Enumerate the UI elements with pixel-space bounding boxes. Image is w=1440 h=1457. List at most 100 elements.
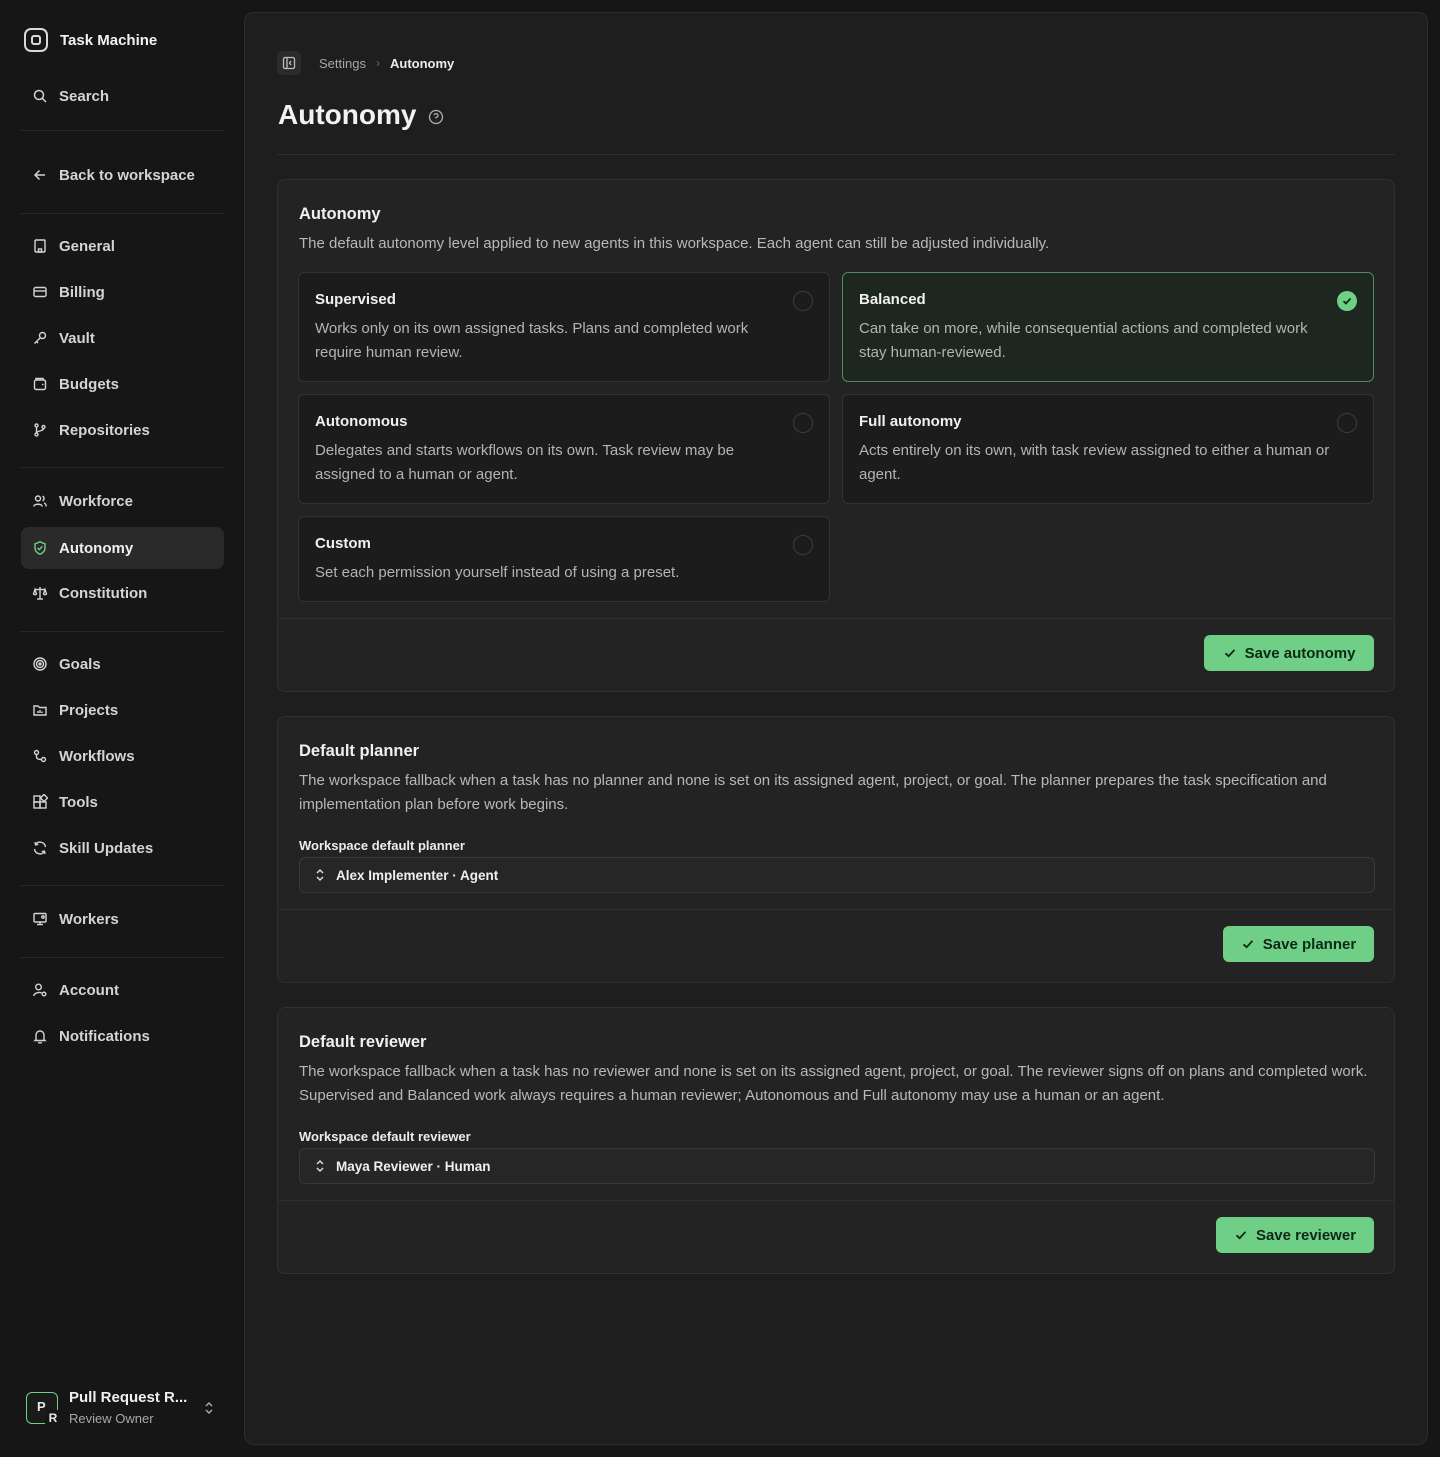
panel-left-icon xyxy=(282,56,296,70)
sidebar-divider xyxy=(20,213,224,214)
chevron-right-icon: › xyxy=(375,56,380,70)
sidebar-item-label: Account xyxy=(59,981,119,999)
sidebar-item-workflows[interactable]: Workflows xyxy=(21,735,224,777)
search-button[interactable]: Search xyxy=(21,75,224,117)
sidebar-item-workers[interactable]: Workers xyxy=(21,898,224,940)
sidebar-item-notifications[interactable]: Notifications xyxy=(21,1015,224,1057)
card-footer-divider xyxy=(278,1200,1394,1201)
card-title: Default planner xyxy=(299,742,420,760)
sidebar: Task Machine Search Back to workspace Ge… xyxy=(0,0,244,1457)
git-branch-icon xyxy=(34,423,46,437)
check-icon xyxy=(1342,297,1352,305)
app-name: Task Machine xyxy=(60,31,158,49)
card-footer-divider xyxy=(278,618,1394,619)
sidebar-item-constitution[interactable]: Constitution xyxy=(21,572,224,614)
card-footer-divider xyxy=(278,909,1394,910)
option-description: Delegates and starts workflows on its ow… xyxy=(315,442,735,483)
option-full-autonomy[interactable]: Full autonomy Acts entirely on its own, … xyxy=(842,394,1374,504)
sidebar-item-account[interactable]: Account xyxy=(21,969,224,1011)
sidebar-item-autonomy[interactable]: Autonomy xyxy=(21,527,224,569)
breadcrumb-settings-link[interactable]: Settings xyxy=(319,56,366,71)
radio-button[interactable] xyxy=(793,291,813,311)
blocks-icon xyxy=(33,794,48,809)
sidebar-item-projects[interactable]: Projects xyxy=(21,689,224,731)
option-title: Supervised xyxy=(315,291,396,308)
autonomy-card: Autonomy The default autonomy level appl… xyxy=(277,179,1395,692)
sidebar-divider xyxy=(20,957,224,958)
help-circle-icon[interactable] xyxy=(428,109,444,125)
option-description: Set each permission yourself instead of … xyxy=(315,564,680,581)
building-icon xyxy=(34,239,46,253)
card-title: Default reviewer xyxy=(299,1033,427,1051)
sidebar-item-label: Budgets xyxy=(59,375,119,393)
back-label: Back to workspace xyxy=(59,166,195,184)
sidebar-item-label: Workforce xyxy=(59,492,133,510)
monitor-icon xyxy=(33,912,47,926)
sidebar-item-label: Autonomy xyxy=(59,539,134,557)
sidebar-item-label: Workflows xyxy=(59,747,135,765)
sidebar-item-label: General xyxy=(59,237,115,255)
sidebar-item-label: Repositories xyxy=(59,421,150,439)
sidebar-item-goals[interactable]: Goals xyxy=(21,643,224,685)
radio-button[interactable] xyxy=(793,413,813,433)
main-panel: Settings › Autonomy Autonomy Autonomy Th… xyxy=(244,12,1428,1445)
planner-select-value: Alex Implementer · Agent xyxy=(336,867,499,883)
reviewer-select-value: Maya Reviewer · Human xyxy=(336,1158,491,1174)
workflow-icon xyxy=(33,749,47,763)
sidebar-item-budgets[interactable]: Budgets xyxy=(21,363,224,405)
sidebar-divider xyxy=(20,631,224,632)
sidebar-item-label: Goals xyxy=(59,655,101,673)
option-title: Balanced xyxy=(859,291,926,308)
chevron-up-down-icon xyxy=(205,1401,213,1415)
sidebar-toggle-button[interactable] xyxy=(277,51,301,75)
button-label: Save reviewer xyxy=(1255,1226,1357,1244)
sidebar-divider xyxy=(20,467,224,468)
reviewer-field-label: Workspace default reviewer xyxy=(299,1129,471,1144)
sidebar-divider xyxy=(20,885,224,886)
default-planner-card: Default planner The workspace fallback w… xyxy=(277,716,1395,983)
sidebar-item-label: Constitution xyxy=(59,584,148,602)
sidebar-item-label: Tools xyxy=(59,793,98,811)
sidebar-item-tools[interactable]: Tools xyxy=(21,781,224,823)
search-icon xyxy=(33,89,47,103)
sidebar-item-repositories[interactable]: Repositories xyxy=(21,409,224,451)
sidebar-item-label: Vault xyxy=(59,329,95,347)
save-planner-button[interactable]: Save planner xyxy=(1223,926,1374,962)
radio-button[interactable] xyxy=(793,535,813,555)
check-icon xyxy=(1224,649,1235,658)
button-label: Save autonomy xyxy=(1244,644,1356,662)
radio-button-checked[interactable] xyxy=(1337,291,1357,311)
bell-icon xyxy=(33,1030,47,1044)
reviewer-select[interactable]: Maya Reviewer · Human xyxy=(299,1148,1375,1184)
sidebar-item-skill-updates[interactable]: Skill Updates xyxy=(21,827,224,869)
save-autonomy-button[interactable]: Save autonomy xyxy=(1204,635,1374,671)
sidebar-item-billing[interactable]: Billing xyxy=(21,271,224,313)
save-reviewer-button[interactable]: Save reviewer xyxy=(1216,1217,1374,1253)
brand[interactable]: Task Machine xyxy=(24,28,157,52)
option-supervised[interactable]: Supervised Works only on its own assigne… xyxy=(298,272,830,382)
card-description: The default autonomy level applied to ne… xyxy=(299,235,1050,252)
radio-button[interactable] xyxy=(1337,413,1357,433)
users-icon xyxy=(33,495,47,507)
button-label: Save planner xyxy=(1262,935,1357,953)
folder-icon xyxy=(33,705,47,716)
avatar-badge: R xyxy=(45,1410,61,1426)
card-title: Autonomy xyxy=(299,205,381,223)
planner-select[interactable]: Alex Implementer · Agent xyxy=(299,857,1375,893)
option-balanced[interactable]: Balanced Can take on more, while consequ… xyxy=(842,272,1374,382)
sidebar-divider xyxy=(20,130,224,131)
option-autonomous[interactable]: Autonomous Delegates and starts workflow… xyxy=(298,394,830,504)
chevron-up-down-icon xyxy=(316,868,324,882)
user-role: Review Owner xyxy=(69,1410,154,1426)
back-to-workspace-link[interactable]: Back to workspace xyxy=(21,154,224,196)
refresh-icon xyxy=(33,841,47,855)
sidebar-item-general[interactable]: General xyxy=(21,225,224,267)
user-switcher[interactable]: P R Pull Request R... Review Owner xyxy=(26,1389,226,1426)
sidebar-item-workforce[interactable]: Workforce xyxy=(21,480,224,522)
sidebar-item-vault[interactable]: Vault xyxy=(21,317,224,359)
option-custom[interactable]: Custom Set each permission yourself inst… xyxy=(298,516,830,602)
option-title: Custom xyxy=(315,535,371,552)
breadcrumb: Settings › Autonomy xyxy=(277,51,454,75)
search-label: Search xyxy=(59,87,110,105)
option-description: Works only on its own assigned tasks. Pl… xyxy=(315,320,749,361)
